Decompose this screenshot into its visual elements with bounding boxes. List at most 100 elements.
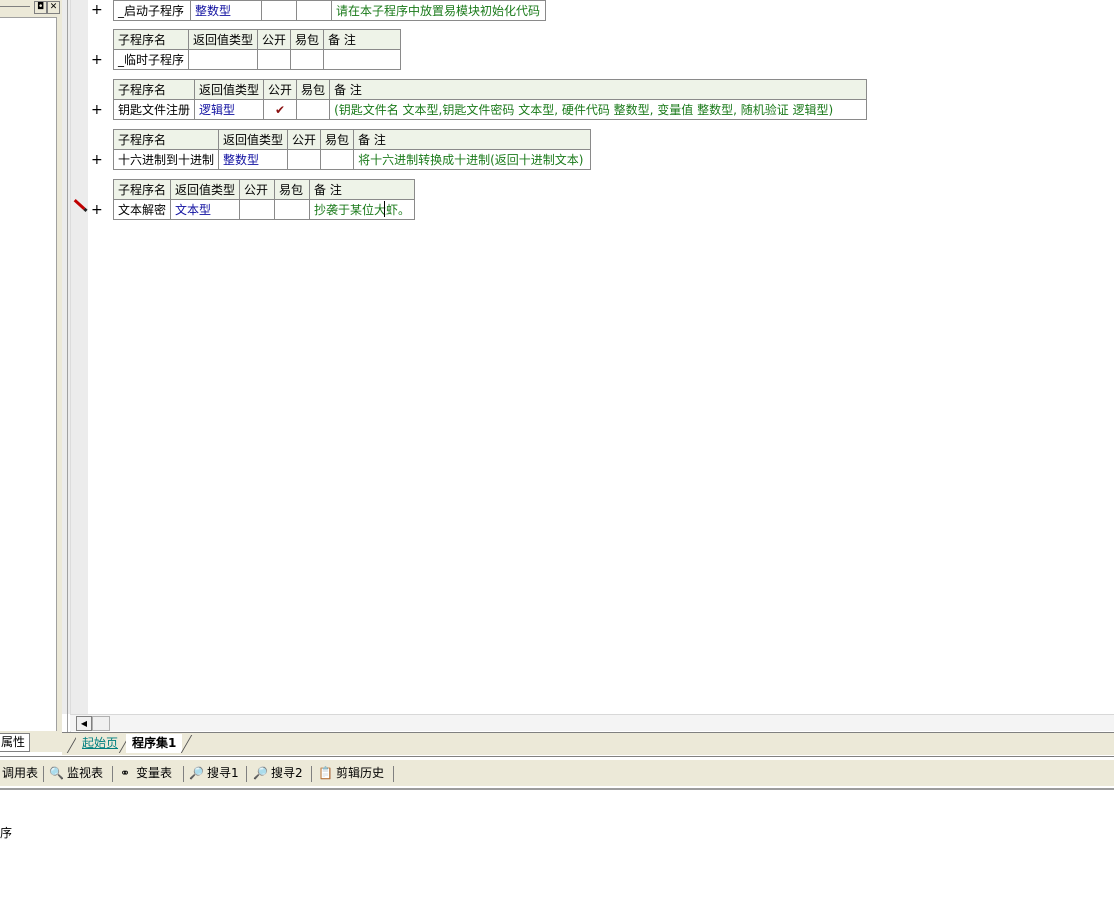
header-name: 子程序名 xyxy=(112,29,190,50)
expand-icon[interactable]: + xyxy=(91,103,103,117)
subprogram-name[interactable]: 文本解密 xyxy=(112,199,172,220)
subprogram-header: 子程序名 返回值类型 公开 易包 备 注 xyxy=(112,29,402,50)
subprogram-table: 子程序名 返回值类型 公开 易包 备 注 _临时子程序 xyxy=(112,29,402,70)
subprogram-table: 子程序名 返回值类型 公开 易包 备 注 十六进制到十进制 整数型 将十六进制转… xyxy=(112,129,592,170)
expand-icon[interactable]: + xyxy=(91,53,103,67)
header-public: 公开 xyxy=(239,179,276,200)
close-icon[interactable]: ✕ xyxy=(47,1,60,14)
toolbar-separator xyxy=(183,766,184,782)
separator xyxy=(0,756,1114,757)
subprogram-row: _启动子程序 整数型 请在本子程序中放置易模块初始化代码 xyxy=(113,0,546,21)
horizontal-scrollbar[interactable]: ◀ xyxy=(70,714,1114,731)
subprogram-header: 子程序名 返回值类型 公开 易包 备 注 xyxy=(112,79,868,100)
clip-history-tab[interactable]: 📋 剪辑历史 xyxy=(318,765,384,782)
scroll-left-icon[interactable]: ◀ xyxy=(76,716,92,731)
subprogram-row: 钥匙文件注册 逻辑型 ✔ (钥匙文件名 文本型,钥匙文件密码 文本型, 硬件代码… xyxy=(112,99,868,120)
search1-label: 搜寻1 xyxy=(207,766,239,780)
subprogram-name[interactable]: 钥匙文件注册 xyxy=(112,99,196,120)
search1-tab[interactable]: 🔎 搜寻1 xyxy=(189,765,239,782)
return-type[interactable]: 逻辑型 xyxy=(194,99,265,120)
return-type[interactable]: 整数型 xyxy=(218,149,289,170)
header-easy-pack: 易包 xyxy=(296,79,331,100)
output-text: 序 xyxy=(0,826,13,840)
header-note: 备 注 xyxy=(353,129,592,150)
easy-pack-cell[interactable] xyxy=(296,0,332,21)
toolbar-separator xyxy=(43,766,44,782)
properties-tab[interactable]: 属性 xyxy=(0,733,30,752)
easy-pack-cell[interactable] xyxy=(296,99,331,120)
expand-icon[interactable]: + xyxy=(91,153,103,167)
search1-icon: 🔎 xyxy=(189,766,204,780)
easy-pack-cell[interactable] xyxy=(274,199,311,220)
watch-table-tab[interactable]: 🔍 监视表 xyxy=(49,765,103,782)
header-name: 子程序名 xyxy=(112,79,196,100)
return-type[interactable] xyxy=(188,49,259,70)
header-return-type: 返回值类型 xyxy=(218,129,289,150)
header-note: 备 注 xyxy=(309,179,416,200)
gutter-divider-light xyxy=(70,0,71,732)
public-cell[interactable] xyxy=(261,0,297,21)
header-note: 备 注 xyxy=(323,29,402,50)
toolbar-separator xyxy=(112,766,113,782)
subprogram-table: 子程序名 返回值类型 公开 易包 备 注 文本解密 文本型 抄袭于某位大虾。 xyxy=(112,179,416,220)
header-return-type: 返回值类型 xyxy=(188,29,259,50)
tab-start-page[interactable]: 起始页 xyxy=(76,734,125,752)
note-cell[interactable]: 请在本子程序中放置易模块初始化代码 xyxy=(331,0,546,21)
note-cell[interactable]: (钥匙文件名 文本型,钥匙文件密码 文本型, 硬件代码 整数型, 变量值 整数型… xyxy=(329,99,868,120)
call-table-label: 调用表 xyxy=(2,766,39,780)
header-easy-pack: 易包 xyxy=(274,179,311,200)
toolbar-separator xyxy=(393,766,394,782)
toolbar-separator xyxy=(311,766,312,782)
subprogram-name[interactable]: 十六进制到十进制 xyxy=(112,149,220,170)
tab-program-set-1[interactable]: 程序集1 xyxy=(126,734,183,753)
public-cell[interactable] xyxy=(257,49,292,70)
easy-pack-cell[interactable] xyxy=(320,149,355,170)
subprogram-header: 子程序名 返回值类型 公开 易包 备 注 xyxy=(112,179,416,200)
note-cell[interactable] xyxy=(323,49,402,70)
search2-icon: 🔎 xyxy=(253,766,268,780)
note-cell[interactable]: 抄袭于某位大虾。 xyxy=(309,199,416,220)
gutter-divider xyxy=(67,0,68,732)
text-cursor xyxy=(384,201,385,217)
watch-table-label: 监视表 xyxy=(67,766,104,780)
search2-label: 搜寻2 xyxy=(271,766,303,780)
header-return-type: 返回值类型 xyxy=(194,79,265,100)
output-panel[interactable]: 序 xyxy=(0,790,1114,914)
subprogram-name[interactable]: _临时子程序 xyxy=(112,49,190,70)
panel-title-line xyxy=(0,6,30,7)
scroll-thumb[interactable] xyxy=(92,716,110,731)
header-name: 子程序名 xyxy=(112,129,220,150)
return-type[interactable]: 整数型 xyxy=(190,0,262,21)
subprogram-table: 子程序名 返回值类型 公开 易包 备 注 钥匙文件注册 逻辑型 ✔ (钥匙文件名… xyxy=(112,79,868,120)
panel-list[interactable] xyxy=(0,17,57,731)
sheet-tab-bar: 起始页 程序集1 xyxy=(62,732,1114,755)
note-cell[interactable]: 将十六进制转换成十进制(返回十进制文本) xyxy=(353,149,592,170)
restore-icon[interactable]: ◘ xyxy=(34,1,47,14)
public-check-icon[interactable]: ✔ xyxy=(263,99,298,120)
left-panel: ◘ ✕ 属性 xyxy=(0,0,62,752)
return-type[interactable]: 文本型 xyxy=(170,199,241,220)
header-note: 备 注 xyxy=(329,79,868,100)
expand-icon[interactable]: + xyxy=(91,3,103,17)
subprogram-row: _临时子程序 xyxy=(112,49,402,70)
header-easy-pack: 易包 xyxy=(290,29,325,50)
variables-icon: ⚭ xyxy=(119,766,131,780)
search2-tab[interactable]: 🔎 搜寻2 xyxy=(253,765,303,782)
public-cell[interactable] xyxy=(239,199,276,220)
editor-gutter xyxy=(62,0,88,732)
expand-icon[interactable]: + xyxy=(91,203,103,217)
bottom-toolbar: 调用表 🔍 监视表 ⚭ 变量表 🔎 搜寻1 🔎 搜寻2 📋 剪辑历史 xyxy=(0,760,1114,786)
call-table-tab[interactable]: 调用表 xyxy=(2,765,38,782)
subprogram-name[interactable]: _启动子程序 xyxy=(113,0,191,21)
subprogram-header: 子程序名 返回值类型 公开 易包 备 注 xyxy=(112,129,592,150)
variable-table-tab[interactable]: ⚭ 变量表 xyxy=(118,765,172,782)
easy-pack-cell[interactable] xyxy=(290,49,325,70)
header-public: 公开 xyxy=(257,29,292,50)
header-return-type: 返回值类型 xyxy=(170,179,241,200)
subprogram-row: 十六进制到十进制 整数型 将十六进制转换成十进制(返回十进制文本) xyxy=(112,149,592,170)
subprogram-row: 文本解密 文本型 抄袭于某位大虾。 xyxy=(112,199,416,220)
subprogram-table: _启动子程序 整数型 请在本子程序中放置易模块初始化代码 xyxy=(113,0,546,21)
clip-history-icon: 📋 xyxy=(318,766,333,780)
public-cell[interactable] xyxy=(287,149,322,170)
header-easy-pack: 易包 xyxy=(320,129,355,150)
